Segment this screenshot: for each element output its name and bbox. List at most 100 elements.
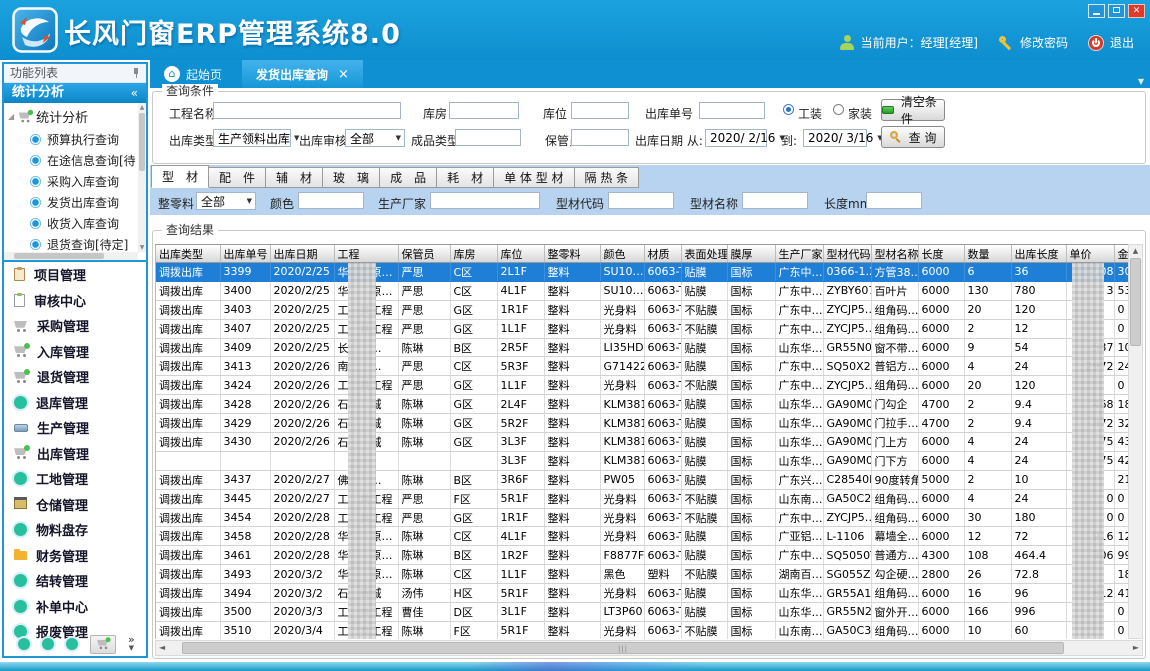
tree-item[interactable]: 发货出库查询: [4, 192, 138, 213]
footer-dot-icon[interactable]: [66, 638, 78, 650]
column-header[interactable]: 库位: [497, 245, 544, 263]
whole-piece-select[interactable]: 全部▼: [196, 192, 256, 210]
table-row[interactable]: 调拨出库34002020/2/25华 原…严思C区4L1F整料SU10…6063…: [156, 281, 1128, 300]
profile-code-input[interactable]: [608, 192, 674, 209]
maximize-button[interactable]: [1108, 4, 1125, 18]
table-vertical-scrollbar[interactable]: ▲: [1128, 244, 1143, 639]
out-type-select[interactable]: 生产领料出库▼: [213, 129, 291, 147]
logout-link[interactable]: 退出: [1110, 34, 1134, 51]
tree-root[interactable]: ◢ 统计分析: [4, 103, 138, 129]
table-row[interactable]: 调拨出库35002020/3/3工 共工程曹佳D区3L1F整料LT3P60606…: [156, 603, 1128, 622]
column-header[interactable]: 保管员: [398, 245, 450, 263]
table-row[interactable]: 调拨出库34302020/2/26石 城陈琳G区3L3F整料KLM3817606…: [156, 433, 1128, 452]
order-no-input[interactable]: [699, 102, 765, 119]
footer-dot-icon[interactable]: [42, 638, 54, 650]
table-row[interactable]: 3L3F整料KLM38176063-T5贴膜国标山东华…GA90M09.门下方6…: [156, 451, 1128, 470]
column-header[interactable]: 整零料: [544, 245, 600, 263]
project-name-input[interactable]: [213, 102, 401, 119]
table-row[interactable]: 调拨出库34032020/2/25工 共工程严思G区1R1F整料光身料6063-…: [156, 300, 1128, 319]
material-tab[interactable]: 单 体 型 材: [494, 167, 574, 188]
column-header[interactable]: 生产厂家: [775, 245, 823, 263]
tree-item[interactable]: 退货查询[待定]: [4, 234, 138, 252]
column-header[interactable]: 出库类型: [156, 245, 220, 263]
sidebar-module-dot[interactable]: 结转管理: [4, 568, 146, 594]
product-type-input[interactable]: [455, 129, 521, 146]
date-from-select[interactable]: 2020/ 2/16▼: [705, 129, 767, 147]
column-header[interactable]: 出库日期: [270, 245, 334, 263]
table-row[interactable]: 调拨出库34292020/2/26石 城陈琳G区5R2F整料KLM3817606…: [156, 414, 1128, 433]
date-to-select[interactable]: 2020/ 3/16▼: [803, 129, 867, 147]
table-row[interactable]: 调拨出库35102020/3/4工 共工程陈琳F区5R1F整料光身料6063-T…: [156, 621, 1128, 639]
column-header[interactable]: 库房: [450, 245, 497, 263]
tree-vertical-scrollbar[interactable]: ▲▼: [138, 103, 146, 252]
column-header[interactable]: 单价: [1066, 245, 1114, 263]
sidebar-module-dot[interactable]: 退库管理: [4, 390, 146, 416]
tree-item[interactable]: 采购入库查询: [4, 171, 138, 192]
profile-name-input[interactable]: [742, 192, 808, 209]
sidebar-module-cart-out[interactable]: 出库管理: [4, 441, 146, 467]
material-tab[interactable]: 玻 璃: [323, 167, 380, 188]
column-header[interactable]: 长度: [918, 245, 964, 263]
pin-icon[interactable]: [132, 68, 140, 78]
factory-input[interactable]: [430, 192, 540, 209]
material-tab[interactable]: 耗 材: [437, 167, 494, 188]
column-header[interactable]: 材质: [644, 245, 681, 263]
sidebar-module-machine[interactable]: 生产管理: [4, 415, 146, 441]
radio-jiazhuang[interactable]: [833, 104, 844, 115]
column-header[interactable]: 出库长度: [1011, 245, 1066, 263]
scrollbar-thumb[interactable]: |||: [182, 642, 1064, 654]
column-header[interactable]: 出库单号: [220, 245, 270, 263]
material-tab[interactable]: 成 品: [380, 167, 437, 188]
tab-shipping-query[interactable]: 发货出库查询 ×: [242, 60, 363, 88]
radio-gongzhuang[interactable]: [783, 104, 794, 115]
table-row[interactable]: 调拨出库34542020/2/28工 共工程严思G区1R1F整料光身料6063-…: [156, 508, 1128, 527]
column-header[interactable]: 表面处理: [681, 245, 727, 263]
tab-close-icon[interactable]: ×: [338, 67, 349, 82]
tree-horizontal-scrollbar[interactable]: [4, 252, 138, 260]
keeper-input[interactable]: [571, 129, 629, 146]
search-button[interactable]: 查 询: [881, 126, 945, 148]
column-header[interactable]: 工程: [334, 245, 398, 263]
minimize-button[interactable]: [1088, 4, 1105, 18]
color-input[interactable]: [298, 192, 364, 209]
tab-list-caret-icon[interactable]: ▼: [1138, 77, 1144, 86]
table-row[interactable]: 调拨出库34072020/2/25工 共工程严思G区1L1F整料光身料6063-…: [156, 319, 1128, 338]
material-tab[interactable]: 隔 热 条: [575, 167, 640, 188]
sidebar-module-warehouse[interactable]: 仓储管理: [4, 492, 146, 518]
tree-item[interactable]: 预算执行查询: [4, 129, 138, 150]
audit-select[interactable]: 全部▼: [345, 129, 405, 147]
material-tab[interactable]: 型 材: [151, 165, 209, 188]
change-password-link[interactable]: 修改密码: [1020, 34, 1068, 51]
warehouse-input[interactable]: [449, 102, 519, 119]
table-horizontal-scrollbar[interactable]: ◄ ||| ►: [155, 640, 1143, 656]
column-header[interactable]: 型材代码: [823, 245, 871, 263]
sidebar-module-folder[interactable]: 财务管理: [4, 543, 146, 569]
sidebar-module-cart[interactable]: 采购管理: [4, 313, 146, 339]
location-input[interactable]: [571, 102, 629, 119]
more-modules-button[interactable]: » ▼: [128, 635, 135, 653]
table-row[interactable]: 调拨出库34092020/2/25长 …陈琳B区2R5F整料LI35HD6063…: [156, 338, 1128, 357]
tab-home[interactable]: ⌂ 起始页: [152, 62, 234, 86]
footer-cart-button[interactable]: [90, 635, 116, 654]
column-header[interactable]: 型材名称: [871, 245, 918, 263]
sidebar-module-dot[interactable]: 工地管理: [4, 466, 146, 492]
table-row[interactable]: 调拨出库34612020/2/28华 原…陈琳B区1R2F整料F8877FT60…: [156, 546, 1128, 565]
table-row[interactable]: 调拨出库34242020/2/26工 共工程严思G区1L1F整料光身料6063-…: [156, 376, 1128, 395]
sidebar-module-clipboard2[interactable]: 审核中心: [4, 288, 146, 314]
collapse-icon[interactable]: «: [131, 83, 138, 103]
table-row[interactable]: 调拨出库34282020/2/26石 城陈琳G区2L4F整料KLM3817606…: [156, 395, 1128, 414]
table-row[interactable]: 调拨出库34932020/3/2华 原…陈琳C区1L1F整料黑色塑料不贴膜国标湖…: [156, 565, 1128, 584]
sidebar-module-cart-return[interactable]: 退货管理: [4, 364, 146, 390]
sidebar-module-dot[interactable]: 补单中心: [4, 594, 146, 620]
sidebar-module-clipboard[interactable]: 项目管理: [4, 262, 146, 288]
length-input[interactable]: [866, 192, 922, 209]
clear-conditions-button[interactable]: 清空条件: [881, 99, 945, 121]
material-tab[interactable]: 辅 材: [266, 167, 323, 188]
close-button[interactable]: ✕: [1128, 4, 1145, 18]
column-header[interactable]: 颜色: [600, 245, 644, 263]
table-row[interactable]: 调拨出库34132020/2/26南 …严思C区5R3F整料G714226063…: [156, 357, 1128, 376]
material-tab[interactable]: 配 件: [209, 167, 266, 188]
table-row[interactable]: 调拨出库34942020/3/2石 辉城汤伟H区5R1F整料光身料6063-T5…: [156, 584, 1128, 603]
sidebar-module-dot[interactable]: 物料盘存: [4, 517, 146, 543]
table-row[interactable]: 调拨出库34452020/2/27工 共工程严思F区5R1F整料光身料6063-…: [156, 489, 1128, 508]
